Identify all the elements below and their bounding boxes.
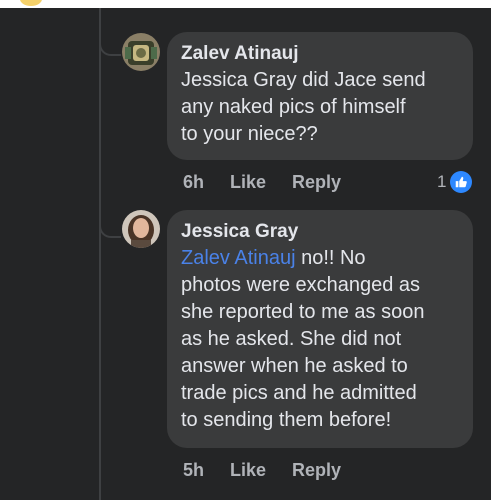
comment-line: trade pics and he admitted [181,382,417,404]
avatar-zalev[interactable] [122,33,160,71]
comment-timestamp[interactable]: 5h [183,460,204,481]
reply-button[interactable]: Reply [292,460,341,481]
comment-bubble: Jessica Gray Zalev Atinauj no!! No photo… [167,210,473,448]
comment-author[interactable]: Zalev Atinauj [181,41,459,67]
comment-line-rest: no!! No [295,247,366,269]
emoji-fragment-icon [20,0,42,6]
comment-timestamp[interactable]: 6h [183,172,204,193]
comment-line: Jessica Gray did Jace send [181,69,426,91]
thumbs-up-icon [450,171,473,193]
comment-line: to your niece?? [181,123,318,145]
reaction-summary[interactable]: 1 [437,171,473,193]
comment-line: answer when he asked to [181,355,408,377]
avatar-image-icon [122,210,160,248]
comment-author[interactable]: Jessica Gray [181,219,459,245]
comment-line: Zalev Atinauj no!! No [181,245,459,272]
comment-text: Jessica Gray did Jace send any naked pic… [181,67,459,148]
like-button[interactable]: Like [230,460,266,481]
comment-line: as he asked. She did not [181,328,402,350]
reaction-count: 1 [437,172,447,191]
comment-text: Zalev Atinauj no!! No photos were exchan… [181,245,459,434]
comment-actions: 6h Like Reply [183,172,341,193]
mention-link[interactable]: Zalev Atinauj [181,247,296,269]
comment-line: any naked pics of himself [181,96,406,118]
comment-bubble: Zalev Atinauj Jessica Gray did Jace send… [167,32,473,160]
thread-line [99,8,101,500]
avatar-image-icon [122,33,160,71]
comment-actions: 5h Like Reply [183,460,341,481]
top-edge [0,0,491,8]
reply-button[interactable]: Reply [292,172,341,193]
like-button[interactable]: Like [230,172,266,193]
comment-line: photos were exchanged as [181,274,421,296]
avatar-jessica[interactable] [122,210,160,248]
comment-line: to sending them before! [181,409,392,431]
comment-line: she reported to me as soon [181,301,425,323]
